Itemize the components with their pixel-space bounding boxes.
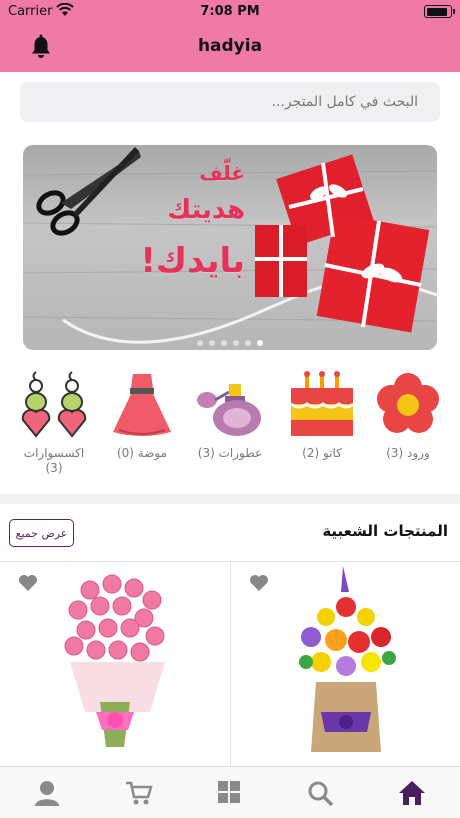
search-icon[interactable] (306, 779, 336, 807)
category-accessories[interactable]: اكسسوارات (3) (14, 370, 94, 476)
section-divider (0, 494, 460, 504)
user-icon[interactable] (32, 779, 62, 807)
status-time: 7:08 PM (200, 4, 260, 19)
banner-pager[interactable] (23, 340, 437, 346)
category-cakes[interactable]: كاتو (2) (282, 370, 362, 461)
pager-dot[interactable] (209, 340, 215, 346)
heart-icon[interactable] (249, 574, 269, 592)
pager-dot[interactable] (197, 340, 203, 346)
battery-icon (424, 5, 455, 18)
category-list: ورود (3) كاتو (2) عطورات (3) موضة (0) اك… (0, 370, 460, 485)
pager-dot[interactable] (221, 340, 227, 346)
product-card[interactable] (230, 562, 460, 767)
heart-icon[interactable] (18, 574, 38, 592)
pager-dot[interactable] (257, 340, 263, 346)
pager-dot[interactable] (233, 340, 239, 346)
popular-products-title: المنتجات الشعبية (322, 522, 448, 540)
tab-bar (0, 766, 460, 818)
banner-line2: هديتك (167, 195, 245, 225)
banner-line1: غلّف (199, 161, 245, 185)
product-grid (0, 561, 460, 767)
search-bar[interactable] (20, 82, 440, 122)
mixed-flower-bouquet-image (299, 566, 396, 752)
product-card[interactable] (0, 562, 230, 767)
pager-dot[interactable] (245, 340, 251, 346)
cart-icon[interactable] (124, 779, 154, 807)
view-all-button[interactable]: عرض جميع (9, 519, 74, 547)
grid-icon[interactable] (215, 779, 245, 807)
home-icon[interactable] (397, 779, 427, 807)
app-header: Carrier 7:08 PM hadyia (0, 0, 460, 72)
app-title: hadyia (197, 36, 263, 56)
earrings-icon (21, 371, 87, 438)
gift-boxes-icon (255, 154, 430, 333)
banner-line3: بايدك! (140, 241, 245, 281)
cake-icon (290, 371, 355, 436)
dress-icon (113, 374, 171, 436)
battery-level (426, 7, 448, 16)
pink-rose-bouquet-image (64, 574, 165, 747)
category-fashion[interactable]: موضة (0) (102, 370, 182, 461)
category-label: اكسسوارات (3) (23, 446, 85, 475)
category-label: موضة (0) (116, 446, 168, 460)
search-input[interactable] (38, 82, 418, 122)
perfume-icon (197, 384, 261, 436)
status-bar: Carrier 7:08 PM (0, 0, 460, 24)
category-label: كاتو (2) (302, 446, 342, 460)
category-flowers[interactable]: ورود (3) (368, 370, 448, 461)
flower-icon (377, 373, 439, 433)
category-perfumes[interactable]: عطورات (3) (190, 370, 270, 461)
category-label: ورود (3) (386, 446, 430, 460)
promo-banner[interactable]: غلّف هديتك بايدك! (23, 145, 437, 350)
category-label: عطورات (3) (197, 446, 263, 460)
